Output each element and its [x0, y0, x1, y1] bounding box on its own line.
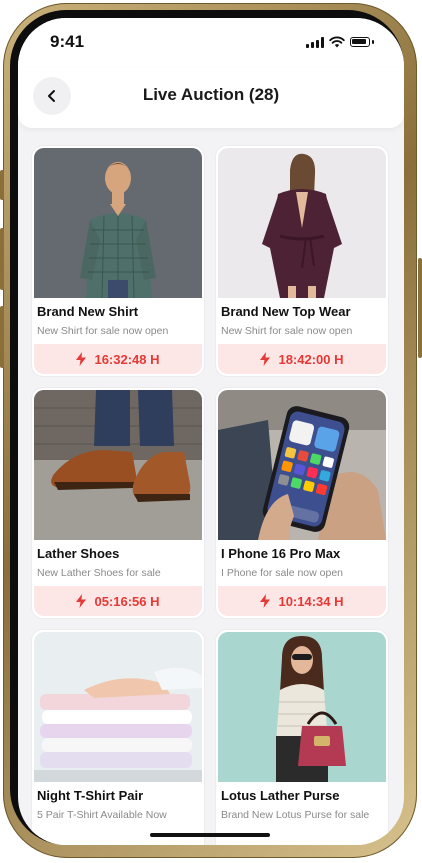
auction-card[interactable]: Lather Shoes New Lather Shoes for sale 0…	[31, 387, 205, 619]
timer-text: 05:16:56 H	[94, 593, 160, 609]
countdown-timer: 10:14:34 H	[218, 586, 386, 616]
page-title: Live Auction (28)	[142, 85, 280, 104]
timer-text: 18:42:00 H	[278, 351, 344, 367]
card-title: Lather Shoes	[37, 546, 120, 561]
lightning-icon	[76, 352, 87, 366]
card-title: Night T-Shirt Pair	[37, 788, 144, 803]
countdown-timer: 05:16:56 H	[34, 586, 202, 616]
card-subtitle: New Lather Shoes for sale	[37, 567, 161, 579]
auction-card[interactable]: Brand New Shirt New Shirt for sale now o…	[31, 145, 205, 377]
product-image-shoes	[34, 390, 202, 540]
timer-text: 16:32:48 H	[94, 351, 160, 367]
power-button	[418, 258, 422, 358]
silent-switch	[0, 170, 4, 200]
card-subtitle: Brand New Lotus Purse for sale	[221, 809, 370, 821]
card-title: Lotus Lather Purse	[221, 788, 340, 803]
card-subtitle: 5 Pair T-Shirt Available Now	[37, 809, 167, 821]
lightning-icon	[260, 352, 271, 366]
volume-down-button	[0, 306, 4, 368]
app-header: Live Auction (28)	[18, 68, 404, 128]
card-title: Brand New Top Wear	[221, 304, 351, 319]
signal-icon	[306, 36, 324, 48]
status-icons	[306, 36, 374, 48]
countdown-timer: 16:32:48 H	[34, 344, 202, 374]
status-bar: 9:41	[18, 18, 404, 68]
status-time: 9:41	[50, 32, 85, 51]
auction-card[interactable]: Brand New Top Wear New Shirt for sale no…	[215, 145, 389, 377]
product-image-shirt	[34, 148, 202, 298]
countdown-timer: 18:42:00 H	[218, 344, 386, 374]
product-image-t-shirts	[34, 632, 202, 782]
product-image-phone	[218, 390, 386, 540]
timer-text: 10:14:34 H	[278, 593, 344, 609]
card-title: Brand New Shirt	[37, 304, 139, 319]
phone-screen: 9:41 Live Auction (28) Brand New Shirt N…	[18, 18, 404, 845]
auction-card[interactable]: I Phone 16 Pro Max I Phone for sale now …	[215, 387, 389, 619]
card-subtitle: New Shirt for sale now open	[221, 325, 353, 337]
product-image-top-wear	[218, 148, 386, 298]
product-image-purse	[218, 632, 386, 782]
auction-grid: Brand New Shirt New Shirt for sale now o…	[31, 145, 391, 845]
wifi-icon	[329, 36, 345, 48]
battery-icon	[350, 37, 370, 47]
volume-up-button	[0, 228, 4, 290]
card-subtitle: New Shirt for sale now open	[37, 325, 169, 337]
auction-card[interactable]: Night T-Shirt Pair 5 Pair T-Shirt Availa…	[31, 629, 205, 845]
battery-cap	[372, 40, 374, 44]
lightning-icon	[76, 594, 87, 608]
card-subtitle: I Phone for sale now open	[221, 567, 344, 579]
auction-card[interactable]: Lotus Lather Purse Brand New Lotus Purse…	[215, 629, 389, 845]
card-title: I Phone 16 Pro Max	[221, 546, 341, 561]
home-indicator[interactable]	[150, 833, 270, 837]
lightning-icon	[260, 594, 271, 608]
